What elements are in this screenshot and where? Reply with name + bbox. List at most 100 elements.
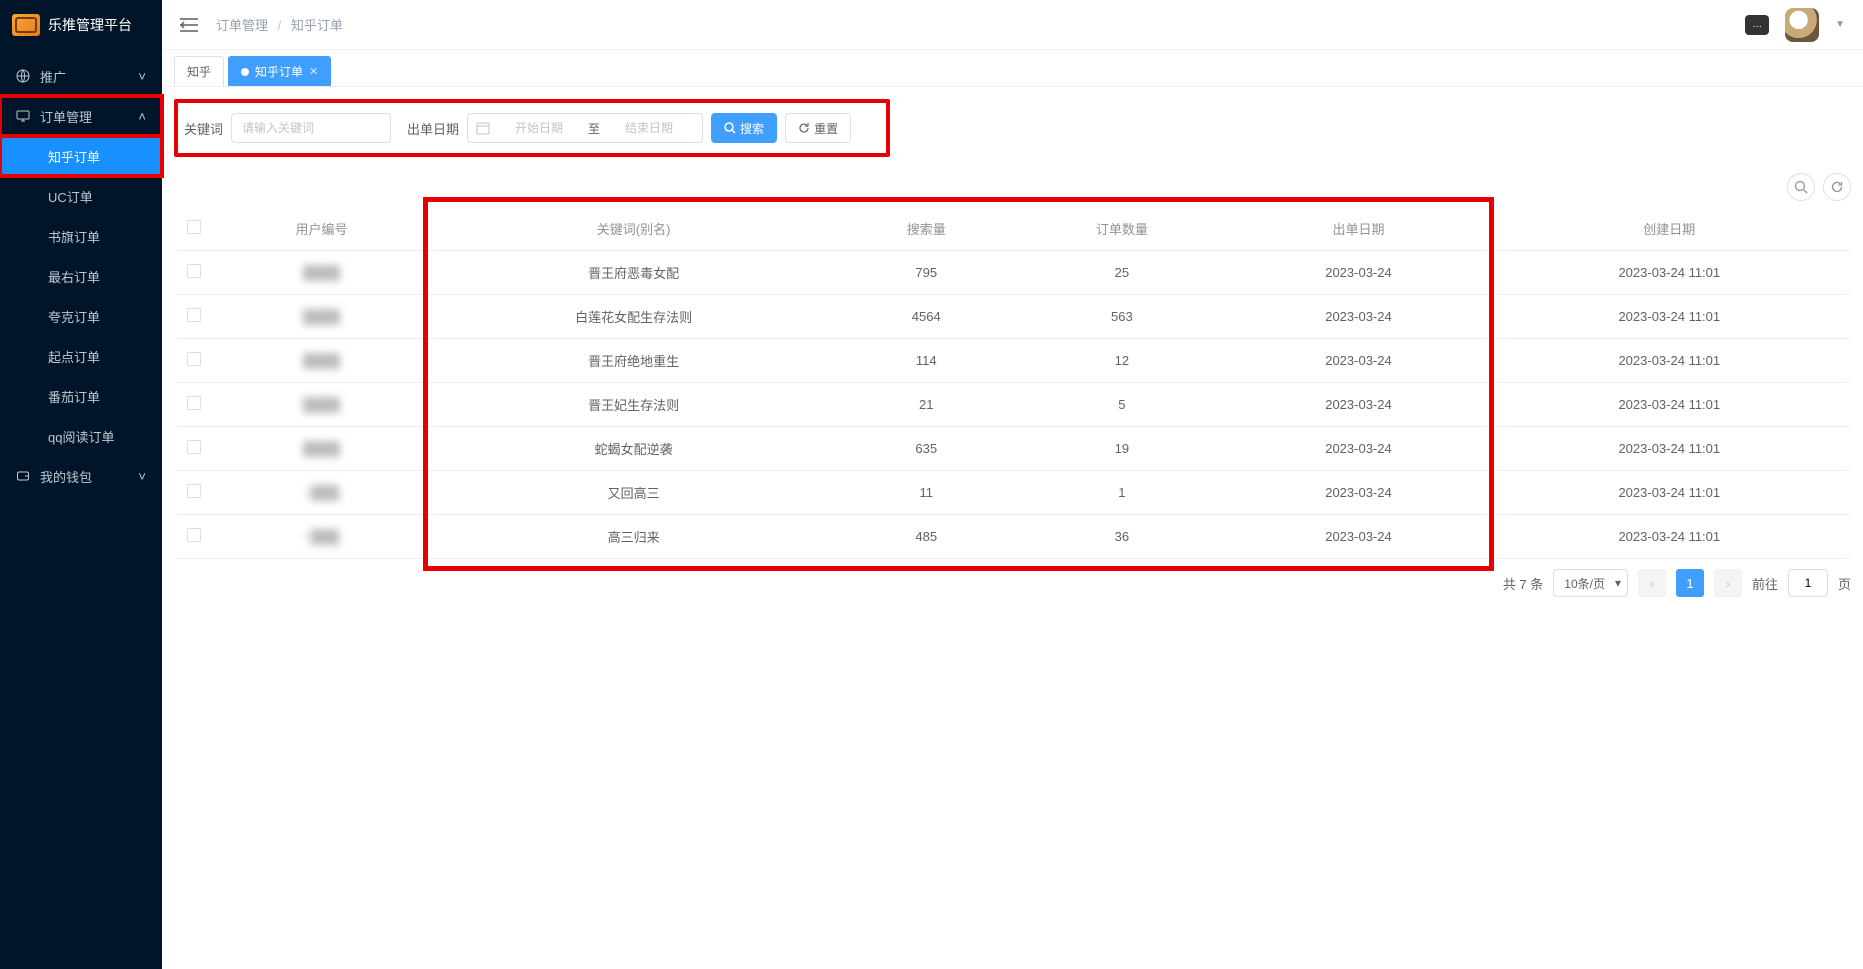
cell-keyword: 蛇蝎女配逆袭 bbox=[429, 427, 838, 471]
chevron-up-icon: ˄ bbox=[138, 109, 146, 124]
cell-orders: 19 bbox=[1014, 427, 1229, 471]
date-label: 出单日期 bbox=[407, 119, 459, 138]
cell-cdate: 2023-03-24 11:01 bbox=[1488, 383, 1851, 427]
table-row[interactable]: ████晋王府绝地重生114122023-03-242023-03-24 11:… bbox=[174, 339, 1851, 383]
sidebar-item-1-1[interactable]: UC订单 bbox=[0, 176, 162, 216]
breadcrumb-current: 知乎订单 bbox=[291, 18, 343, 33]
orders-table: 用户编号关键词(别名)搜索量订单数量出单日期创建日期████晋王府恶毒女配795… bbox=[174, 207, 1851, 559]
table-row[interactable]: ████晋王妃生存法则2152023-03-242023-03-24 11:01 bbox=[174, 383, 1851, 427]
row-checkbox[interactable] bbox=[187, 308, 201, 322]
col-2: 关键词(别名) bbox=[429, 207, 838, 251]
select-all-checkbox[interactable] bbox=[187, 220, 201, 234]
table-row[interactable]: 1███又回高三1112023-03-242023-03-24 11:01 bbox=[174, 471, 1851, 515]
cell-odate: 2023-03-24 bbox=[1229, 339, 1487, 383]
chevron-down-icon: ▾ bbox=[1615, 576, 1621, 590]
cell-cdate: 2023-03-24 11:01 bbox=[1488, 515, 1851, 559]
cell-cdate: 2023-03-24 11:01 bbox=[1488, 339, 1851, 383]
cell-search: 4564 bbox=[838, 295, 1014, 339]
cell-keyword: 晋王府恶毒女配 bbox=[429, 251, 838, 295]
row-checkbox[interactable] bbox=[187, 396, 201, 410]
cell-orders: 12 bbox=[1014, 339, 1229, 383]
logo-icon bbox=[12, 14, 40, 36]
cell-orders: 36 bbox=[1014, 515, 1229, 559]
goto-page-input[interactable] bbox=[1788, 569, 1828, 597]
messages-icon[interactable]: … bbox=[1745, 15, 1769, 35]
pagination-total: 共 7 条 bbox=[1503, 574, 1543, 593]
cell-orders: 1 bbox=[1014, 471, 1229, 515]
goto-suffix: 页 bbox=[1838, 574, 1851, 593]
tab-0[interactable]: 知乎 bbox=[174, 56, 224, 86]
breadcrumb-parent[interactable]: 订单管理 bbox=[216, 18, 268, 33]
sidebar-item-1-5[interactable]: 起点订单 bbox=[0, 336, 162, 376]
keyword-input[interactable] bbox=[231, 113, 391, 143]
row-checkbox[interactable] bbox=[187, 528, 201, 542]
sidebar-item-1-0[interactable]: 知乎订单 bbox=[0, 136, 162, 176]
row-checkbox[interactable] bbox=[187, 484, 201, 498]
sidebar-item-1-6[interactable]: 番茄订单 bbox=[0, 376, 162, 416]
table-row[interactable]: 1███高三归来485362023-03-242023-03-24 11:01 bbox=[174, 515, 1851, 559]
avatar[interactable] bbox=[1785, 8, 1819, 42]
table-search-button[interactable] bbox=[1787, 173, 1815, 201]
date-range-picker[interactable]: 至 bbox=[467, 113, 703, 143]
sidebar-item-1-7[interactable]: qq阅读订单 bbox=[0, 416, 162, 456]
reset-button[interactable]: 重置 bbox=[785, 113, 851, 143]
sidebar-item-1-4[interactable]: 夸克订单 bbox=[0, 296, 162, 336]
prev-page-button[interactable]: ‹ bbox=[1638, 569, 1666, 597]
sidebar-menu: 推广˅订单管理˄知乎订单UC订单书旗订单最右订单夸克订单起点订单番茄订单qq阅读… bbox=[0, 50, 162, 496]
keyword-label: 关键词 bbox=[184, 119, 223, 138]
globe-icon bbox=[16, 69, 30, 83]
table-container: 用户编号关键词(别名)搜索量订单数量出单日期创建日期████晋王府恶毒女配795… bbox=[174, 207, 1851, 559]
date-start-input[interactable] bbox=[494, 121, 584, 135]
collapse-sidebar-button[interactable] bbox=[180, 18, 198, 32]
row-checkbox[interactable] bbox=[187, 440, 201, 454]
breadcrumb-separator: / bbox=[278, 18, 282, 33]
cell-orders: 563 bbox=[1014, 295, 1229, 339]
cell-orders: 5 bbox=[1014, 383, 1229, 427]
col-4: 订单数量 bbox=[1014, 207, 1229, 251]
page-size-select[interactable]: 10条/页 ▾ bbox=[1553, 569, 1628, 597]
cell-search: 11 bbox=[838, 471, 1014, 515]
sidebar-item-1-2[interactable]: 书旗订单 bbox=[0, 216, 162, 256]
filter-bar-highlight: 关键词 出单日期 至 搜索 重置 bbox=[174, 99, 890, 157]
date-end-input[interactable] bbox=[604, 121, 694, 135]
cell-odate: 2023-03-24 bbox=[1229, 383, 1487, 427]
search-button[interactable]: 搜索 bbox=[711, 113, 777, 143]
cell-search: 635 bbox=[838, 427, 1014, 471]
cell-keyword: 晋王府绝地重生 bbox=[429, 339, 838, 383]
user-menu-caret-icon[interactable]: ▼ bbox=[1835, 19, 1845, 30]
row-checkbox[interactable] bbox=[187, 352, 201, 366]
tab-active-dot-icon bbox=[241, 68, 249, 76]
breadcrumb: 订单管理 / 知乎订单 bbox=[216, 15, 343, 34]
cell-user: ████ bbox=[214, 295, 429, 339]
monitor-icon bbox=[16, 109, 30, 123]
table-row[interactable]: ████白莲花女配生存法则45645632023-03-242023-03-24… bbox=[174, 295, 1851, 339]
cell-odate: 2023-03-24 bbox=[1229, 515, 1487, 559]
cell-search: 114 bbox=[838, 339, 1014, 383]
cell-odate: 2023-03-24 bbox=[1229, 295, 1487, 339]
page-1-button[interactable]: 1 bbox=[1676, 569, 1704, 597]
col-1: 用户编号 bbox=[214, 207, 429, 251]
table-row[interactable]: ████晋王府恶毒女配795252023-03-242023-03-24 11:… bbox=[174, 251, 1851, 295]
tab-1[interactable]: 知乎订单✕ bbox=[228, 56, 331, 86]
next-page-button[interactable]: › bbox=[1714, 569, 1742, 597]
col-5: 出单日期 bbox=[1229, 207, 1487, 251]
col-checkbox bbox=[174, 207, 214, 251]
cell-cdate: 2023-03-24 11:01 bbox=[1488, 471, 1851, 515]
chevron-down-icon: ˅ bbox=[138, 69, 146, 84]
table-refresh-button[interactable] bbox=[1823, 173, 1851, 201]
pagination: 共 7 条 10条/页 ▾ ‹ 1 › 前往 页 bbox=[174, 569, 1851, 597]
cell-odate: 2023-03-24 bbox=[1229, 251, 1487, 295]
sidebar-group-1[interactable]: 订单管理˄ bbox=[0, 96, 162, 136]
table-row[interactable]: ████蛇蝎女配逆袭635192023-03-242023-03-24 11:0… bbox=[174, 427, 1851, 471]
sidebar-group-0[interactable]: 推广˅ bbox=[0, 56, 162, 96]
tab-close-icon[interactable]: ✕ bbox=[309, 65, 318, 78]
cell-odate: 2023-03-24 bbox=[1229, 427, 1487, 471]
goto-prefix: 前往 bbox=[1752, 574, 1778, 593]
sidebar-group-2[interactable]: 我的钱包˅ bbox=[0, 456, 162, 496]
cell-user: ████ bbox=[214, 383, 429, 427]
cell-keyword: 晋王妃生存法则 bbox=[429, 383, 838, 427]
cell-orders: 25 bbox=[1014, 251, 1229, 295]
sidebar-item-1-3[interactable]: 最右订单 bbox=[0, 256, 162, 296]
cell-user: ████ bbox=[214, 251, 429, 295]
row-checkbox[interactable] bbox=[187, 264, 201, 278]
